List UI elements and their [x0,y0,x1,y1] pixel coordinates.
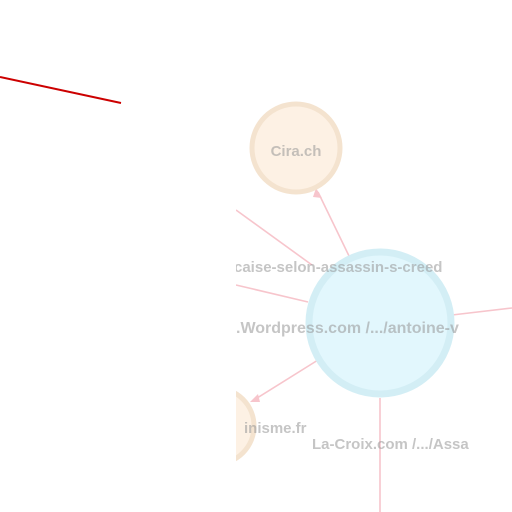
arrowhead-feminisme [250,394,260,402]
label-assassin-creed-url: caise-selon-assassin-s-creed [234,259,442,276]
node-label-cira: Cira.ch [271,143,322,160]
left-panel [0,0,236,512]
edge-center-to-feminisme [253,359,319,401]
edge-left-middle [235,284,309,303]
label-lacroix-url: La-Croix.com /.../Assa [312,436,469,453]
edge-center-to-cira [317,191,351,259]
graph-canvas[interactable]: Cira.ch inisme.fr caise-selon-assassin-s… [0,0,512,512]
node-cira[interactable]: Cira.ch [249,101,343,195]
edge-right [451,307,512,316]
edge-left-upper [235,209,313,266]
graph-svg[interactable]: Cira.ch inisme.fr caise-selon-assassin-s… [0,0,512,512]
label-wordpress-url: .Wordpress.com /.../antoine-v [236,320,459,337]
node-label-feminisme: inisme.fr [244,420,307,437]
